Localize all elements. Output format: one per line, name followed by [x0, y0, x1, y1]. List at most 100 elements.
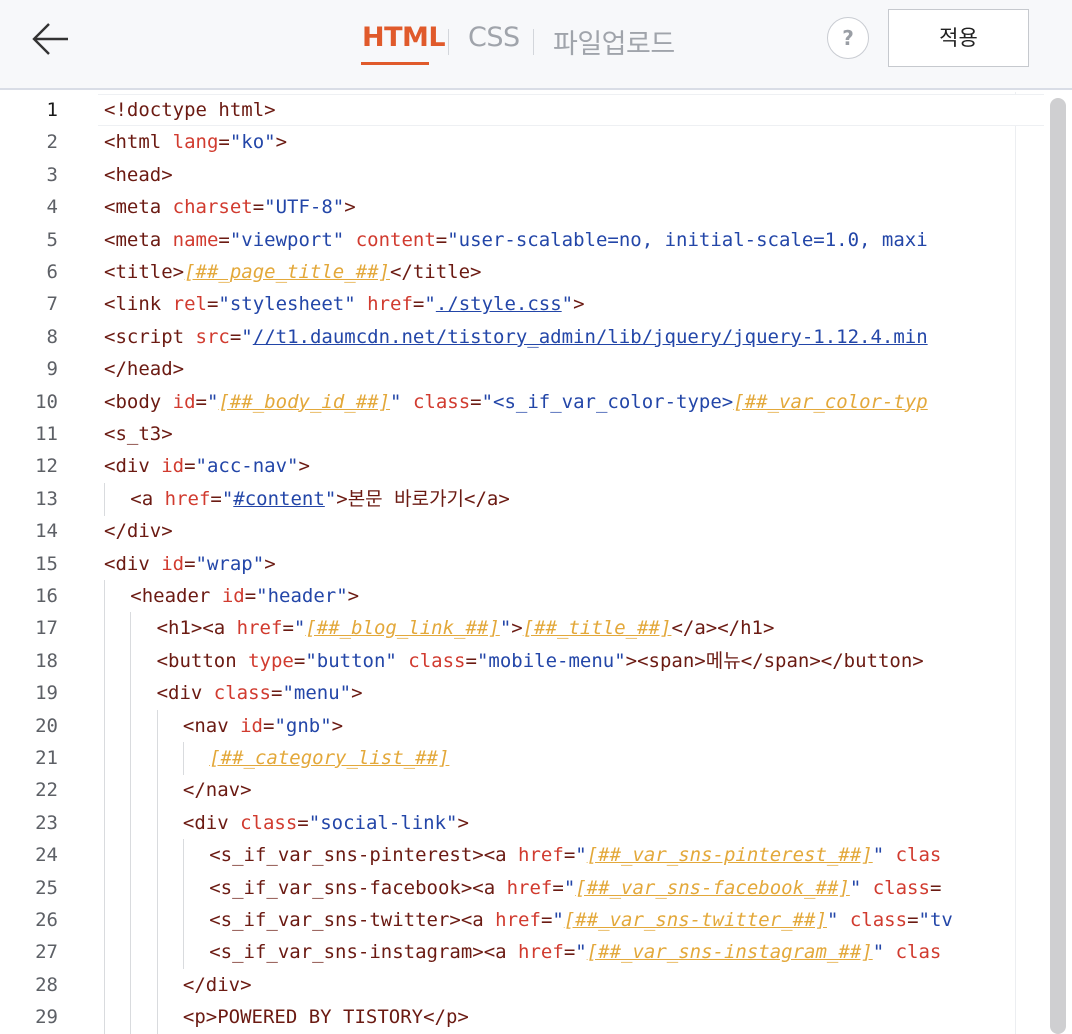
code-token: <meta [104, 196, 173, 219]
code-text[interactable]: <body id="[##_body_id_##]" class="<s_if_… [104, 386, 1041, 418]
code-line[interactable]: 10 <body id="[##_body_id_##]" class="<s_i… [0, 386, 1044, 418]
code-editor[interactable]: 1 <!doctype html> 2 <html lang="ko"> 3 <head>… [0, 92, 1072, 1034]
code-line[interactable]: 15 <div id="wrap"> [0, 548, 1044, 580]
code-text[interactable]: <meta charset="UTF-8"> [104, 191, 1041, 223]
code-text[interactable]: <h1><a href="[##_blog_link_##]">[##_titl… [157, 612, 1041, 644]
code-token: //t1.daumcdn.net/tistory_admin/lib/jquer… [252, 325, 928, 348]
code-line[interactable]: 25 <s_if_var_sns-facebook><a href="[##_va… [0, 871, 1044, 905]
code-line[interactable]: 9 </head> [0, 353, 1044, 385]
code-token: [##_var_sns-pinterest_##] [586, 844, 873, 867]
code-text[interactable]: </div> [104, 515, 1041, 547]
code-line[interactable]: 13 <a href="#content">본문 바로가기</a> [0, 482, 1044, 516]
code-line[interactable]: 3 <head> [0, 159, 1044, 191]
code-line[interactable]: 6 <title>[##_page_title_##]</title> [0, 256, 1044, 288]
code-text[interactable]: <head> [104, 159, 1041, 191]
scrollbar-thumb[interactable] [1050, 98, 1066, 1034]
code-token: <nav [182, 714, 241, 737]
code-text[interactable]: <div id="acc-nav"> [104, 450, 1041, 482]
code-line[interactable]: 4 <meta charset="UTF-8"> [0, 191, 1044, 223]
code-token: = [271, 682, 283, 705]
code-text[interactable]: <nav id="gnb"> [183, 710, 1041, 742]
code-line[interactable]: 17 <h1><a href="[##_blog_link_##]">[##_ti… [0, 612, 1044, 646]
code-line[interactable]: 22 </nav> [0, 774, 1044, 808]
line-number: 24 [35, 844, 58, 867]
code-line[interactable]: 20 <nav id="gnb"> [0, 709, 1044, 743]
code-token: > [347, 585, 360, 607]
line-number: 16 [35, 585, 58, 607]
code-line[interactable]: 16 <header id="header"> [0, 580, 1044, 613]
code-line[interactable]: 19 <div class="menu"> [0, 677, 1044, 711]
code-line[interactable]: 28 </div> [0, 968, 1044, 1002]
code-line[interactable]: 1 <!doctype html> [0, 94, 1044, 126]
code-text[interactable]: <header id="header"> [130, 580, 1041, 612]
code-text[interactable]: <a href="#content">본문 바로가기</a> [130, 483, 1041, 515]
code-text[interactable]: </nav> [183, 774, 1041, 806]
code-token: " [575, 844, 587, 867]
code-token: src [195, 325, 230, 348]
code-text[interactable]: <s_if_var_sns-twitter><a href="[##_var_s… [209, 904, 1041, 936]
code-line[interactable]: 12 <div id="acc-nav"> [0, 450, 1044, 482]
code-text[interactable]: <div class="social-link"> [183, 807, 1041, 839]
code-line[interactable]: 14 </div> [0, 515, 1044, 547]
code-token: " [872, 844, 885, 867]
code-text[interactable]: <title>[##_page_title_##]</title> [104, 256, 1041, 288]
code-line[interactable]: 11 <s_t3> [0, 418, 1044, 450]
code-token: <s_t3> [104, 423, 173, 445]
code-text[interactable]: <s_if_var_sns-pinterest><a href="[##_var… [209, 839, 1041, 871]
code-line[interactable]: 2 <html lang="ko"> [0, 126, 1044, 158]
help-icon[interactable]: ? [827, 17, 869, 59]
indent-guide [156, 936, 158, 970]
code-text[interactable]: <!doctype html> [104, 94, 1041, 126]
line-number: 22 [35, 779, 58, 802]
code-text[interactable]: <link rel="stylesheet" href="./style.css… [104, 288, 1041, 320]
tab-css[interactable]: CSS [468, 22, 520, 53]
code-text[interactable]: <p>POWERED BY TISTORY</p> [183, 1001, 1041, 1033]
code-line[interactable]: 7 <link rel="stylesheet" href="./style.cs… [0, 288, 1044, 320]
code-text[interactable]: </div> [183, 969, 1041, 1001]
code-token: "header" [256, 585, 348, 607]
code-line[interactable]: 18 <button type="button" class="mobile-me… [0, 644, 1044, 678]
code-line[interactable]: 8 <script src="//t1.daumcdn.net/tistory_a… [0, 321, 1044, 353]
code-token: href [506, 876, 553, 899]
code-text[interactable]: </head> [104, 353, 1041, 385]
code-text[interactable]: [##_category_list_##] [209, 742, 1041, 774]
line-number: 5 [46, 228, 58, 251]
code-lines[interactable]: 1 <!doctype html> 2 <html lang="ko"> 3 <head>… [0, 92, 1044, 1034]
apply-button[interactable]: 적용 [888, 9, 1029, 67]
code-text[interactable]: <s_t3> [104, 418, 1041, 450]
code-line[interactable]: 29 <p>POWERED BY TISTORY</p> [0, 1001, 1044, 1034]
indent-guide [130, 677, 132, 711]
code-line[interactable]: 27 <s_if_var_sns-instagram><a href="[##_v… [0, 936, 1044, 970]
indent-guide [182, 904, 184, 937]
code-text[interactable]: <meta name="viewport" content="user-scal… [104, 224, 1041, 256]
code-token: <s_if_var_sns-pinterest><a [209, 844, 519, 867]
code-text[interactable]: <html lang="ko"> [104, 126, 1041, 158]
indent-guide [130, 612, 132, 646]
indent-guide [104, 612, 105, 646]
code-text[interactable]: <div class="menu"> [157, 677, 1041, 709]
code-line[interactable]: 24 <s_if_var_sns-pinterest><a href="[##_v… [0, 839, 1044, 873]
indent-guide [130, 968, 132, 1002]
code-text[interactable]: <div id="wrap"> [104, 548, 1041, 580]
code-line[interactable]: 21 [##_category_list_##] [0, 742, 1044, 775]
code-text[interactable]: <script src="//t1.daumcdn.net/tistory_ad… [104, 321, 1041, 353]
code-token: id [161, 455, 185, 478]
code-line[interactable]: 5 <meta name="viewport" content="user-sca… [0, 224, 1044, 256]
tab-file-upload[interactable]: 파일업로드 [553, 22, 675, 61]
code-line[interactable]: 23 <div class="social-link"> [0, 806, 1044, 840]
code-token: " [849, 876, 862, 899]
line-number: 9 [46, 358, 58, 381]
code-token: " [221, 487, 234, 510]
indent-guide [130, 806, 132, 840]
tab-html[interactable]: HTML [362, 22, 446, 53]
code-text[interactable]: <s_if_var_sns-instagram><a href="[##_var… [209, 936, 1041, 968]
code-text[interactable]: <s_if_var_sns-facebook><a href="[##_var_… [209, 872, 1041, 904]
line-number: 28 [35, 973, 58, 996]
indent-guide [156, 968, 158, 1002]
code-line[interactable]: 26 <s_if_var_sns-twitter><a href="[##_var… [0, 904, 1044, 937]
line-number: 25 [35, 876, 58, 899]
code-token: </title> [389, 261, 482, 283]
code-text[interactable]: <button type="button" class="mobile-menu… [157, 645, 1041, 677]
